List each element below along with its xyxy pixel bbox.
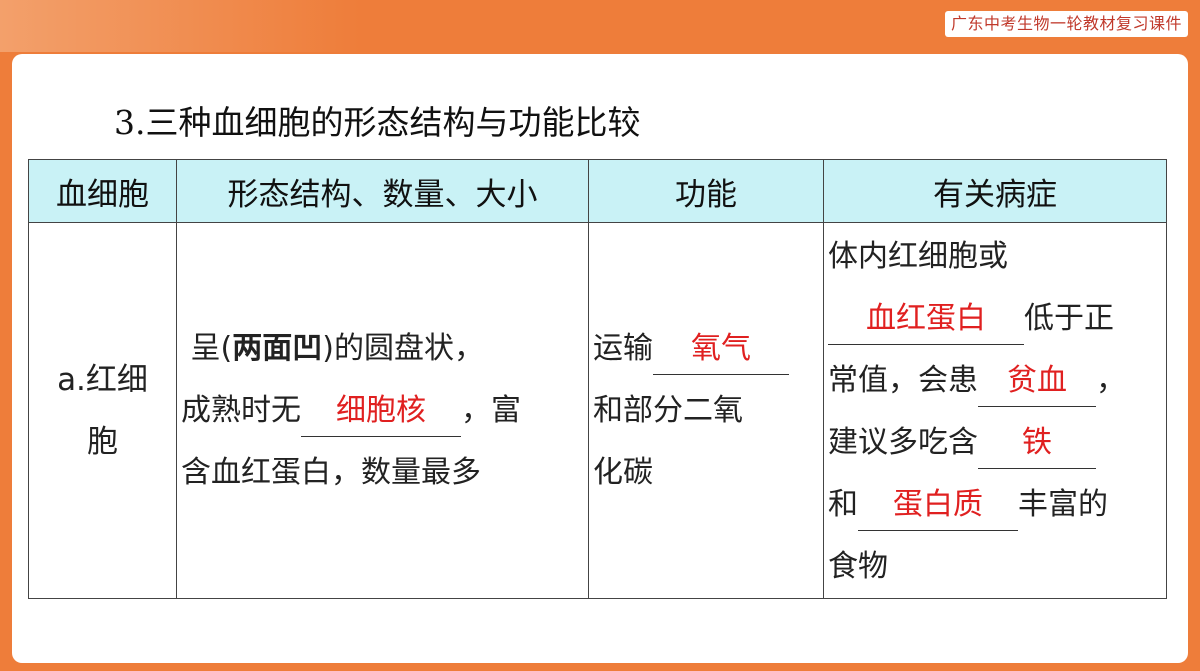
disease-text-part: 丰富的 xyxy=(1018,487,1108,522)
answer-blank-hemoglobin: 血红蛋白 xyxy=(828,294,1024,345)
function-text: 运输 氧气 和部分二氧 化碳 xyxy=(589,318,823,504)
disease-line-2: 血红蛋白 低于正 xyxy=(828,288,1162,350)
disease-line-1: 体内红细胞或 xyxy=(828,239,1008,274)
morph-text: 成熟时无 xyxy=(181,392,301,428)
series-title-badge: 广东中考生物一轮教材复习课件 xyxy=(944,11,1188,37)
cell-name-line: a.红细 xyxy=(57,361,148,398)
blood-cell-table: 血细胞 形态结构、数量、大小 功能 有关病症 a.红细 胞 呈(两面凹)的圆盘状… xyxy=(28,159,1167,599)
header-cell-morphology: 形态结构、数量、大小 xyxy=(176,159,589,223)
answer-blank-nucleus: 细胞核 xyxy=(301,386,461,437)
disease-text-part: 建议多吃含 xyxy=(828,425,978,460)
morph-line-3: 含血红蛋白，数量最多 xyxy=(181,454,481,490)
disease-text-part: 常值，会患 xyxy=(828,363,978,398)
cell-disease: 体内红细胞或 血红蛋白 低于正 常值，会患 贫血， 建议多吃含铁 和蛋白质 丰富的 食… xyxy=(823,222,1167,599)
answer-blank-anemia: 贫血 xyxy=(978,356,1096,407)
morphology-text: 呈(两面凹)的圆盘状， 成熟时无 细胞核 ，富 含血红蛋白，数量最多 xyxy=(177,318,588,504)
table-row: a.红细 胞 呈(两面凹)的圆盘状， 成熟时无 细胞核 ，富 含血红蛋白，数量最多 … xyxy=(28,222,1167,599)
disease-text: 体内红细胞或 血红蛋白 低于正 常值，会患 贫血， 建议多吃含铁 和蛋白质 丰富的 食… xyxy=(824,223,1166,598)
morph-line-2: 成熟时无 细胞核 ，富 xyxy=(181,380,584,442)
disease-text-part: 和 xyxy=(828,487,858,522)
cell-name-text: a.红细 胞 xyxy=(29,349,176,473)
answer-blank-oxygen: 氧气 xyxy=(653,324,789,375)
disease-text-part: ， xyxy=(1096,363,1126,398)
morph-text: 呈( xyxy=(190,330,233,366)
cell-function: 运输 氧气 和部分二氧 化碳 xyxy=(588,222,824,599)
morph-bold-text: 两面凹 xyxy=(232,330,323,366)
disease-text-part: 低于正 xyxy=(1024,301,1114,336)
disease-line-5: 和蛋白质 丰富的 xyxy=(828,474,1162,536)
function-line-2: 和部分二氧 xyxy=(593,392,743,428)
morph-line-1: 呈(两面凹)的圆盘状， xyxy=(181,318,584,380)
morph-text: ，富 xyxy=(461,392,521,428)
cell-morphology: 呈(两面凹)的圆盘状， 成熟时无 细胞核 ，富 含血红蛋白，数量最多 xyxy=(176,222,589,599)
function-line-1: 运输 氧气 xyxy=(593,318,819,380)
section-heading: 3.三种血细胞的形态结构与功能比较 xyxy=(114,103,641,142)
cell-name-line: 胞 xyxy=(87,423,118,460)
header-cell-blood-cell: 血细胞 xyxy=(28,159,177,223)
morph-text: )的圆盘状， xyxy=(322,330,484,366)
answer-blank-iron: 铁 xyxy=(978,418,1096,469)
function-line-3: 化碳 xyxy=(593,454,653,490)
disease-line-6: 食物 xyxy=(828,549,888,584)
function-text-part: 运输 xyxy=(593,330,653,366)
header-cell-disease: 有关病症 xyxy=(823,159,1167,223)
disease-line-4: 建议多吃含铁 xyxy=(828,412,1162,474)
header-cell-function: 功能 xyxy=(588,159,824,223)
disease-line-3: 常值，会患 贫血， xyxy=(828,350,1162,412)
answer-blank-protein: 蛋白质 xyxy=(858,480,1018,531)
table-header-row: 血细胞 形态结构、数量、大小 功能 有关病症 xyxy=(28,159,1167,223)
cell-red-blood-cell: a.红细 胞 xyxy=(28,222,177,599)
